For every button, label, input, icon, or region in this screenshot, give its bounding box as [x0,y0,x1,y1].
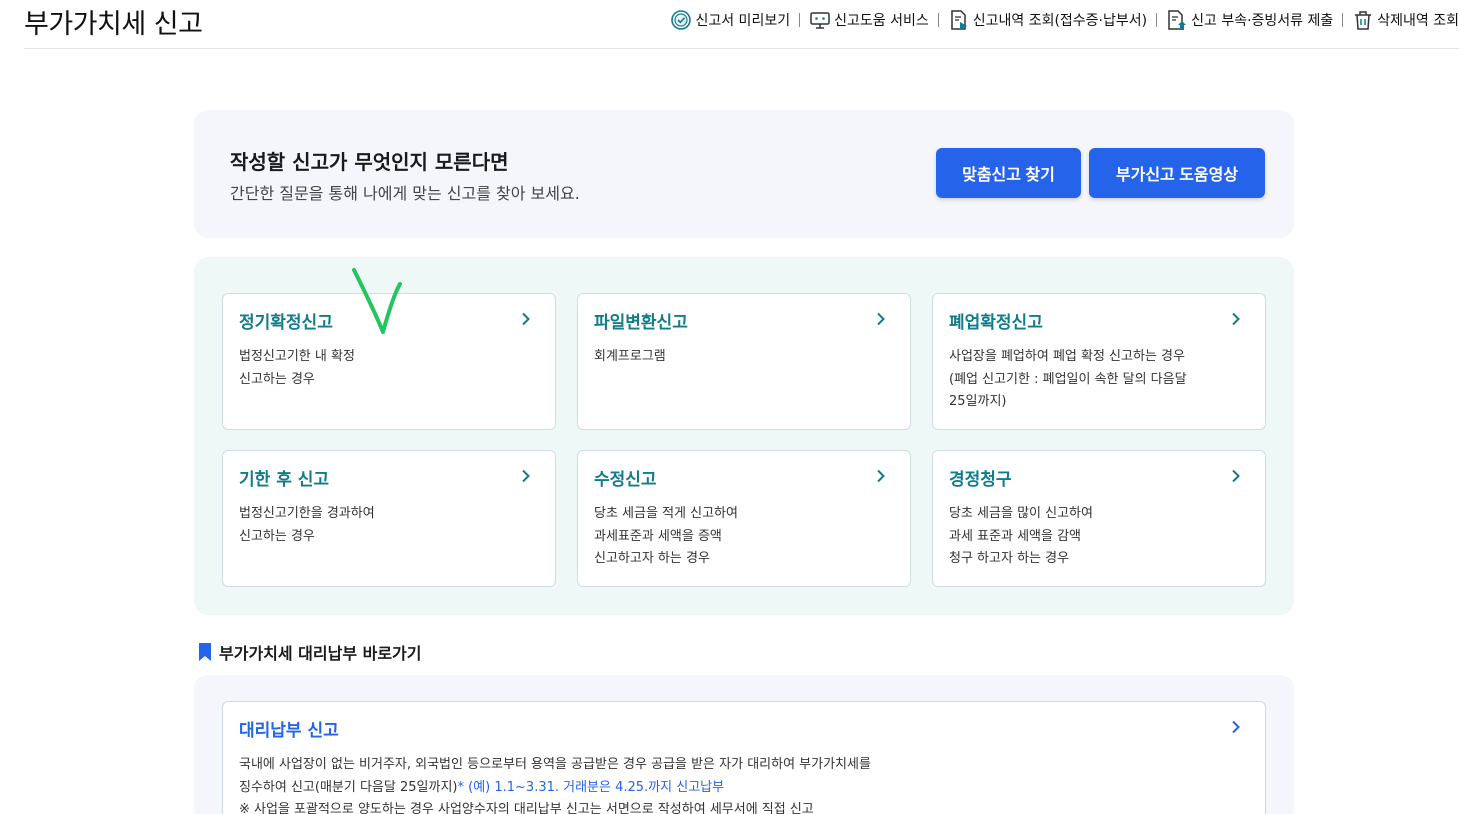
proxy-payment-heading: 부가가치세 대리납부 바로가기 [197,640,422,664]
card-amended-report[interactable]: 수정신고 당초 세금을 적게 신고하여 과세표준과 세액을 증액 신고하고자 하… [577,450,911,587]
card-description: 당초 세금을 많이 신고하여 과세 표준과 세액을 감액 청구 하고자 하는 경… [949,506,1093,566]
card-description: 법정신고기한을 경과하여 신고하는 경우 [239,506,375,544]
check-circle-icon [671,10,692,30]
card-title: 수정신고 [594,470,657,490]
report-type-panel: 정기확정신고 법정신고기한 내 확정 신고하는 경우 파일변환신고 회계프로그램… [194,257,1294,615]
section-heading-text: 부가가치세 대리납부 바로가기 [219,644,422,663]
chevron-right-icon [1232,469,1240,483]
proxy-payment-panel: 대리납부 신고 국내에 사업장이 없는 비거주자, 외국법인 등으로부터 용역을… [194,675,1294,814]
card-description: 당초 세금을 적게 신고하여 과세표준과 세액을 증액 신고하고자 하는 경우 [594,506,738,566]
card-description: 국내에 사업장이 없는 비거주자, 외국법인 등으로부터 용역을 공급받은 경우… [239,757,871,814]
card-title: 파일변환신고 [594,313,688,333]
divider [799,13,801,27]
card-closure-report[interactable]: 폐업확정신고 사업장을 폐업하여 폐업 확정 신고하는 경우 (폐업 신고기한 … [932,293,1266,430]
document-search-icon [950,10,967,30]
chevron-right-icon [1232,720,1240,734]
card-title: 경정청구 [949,470,1012,490]
card-title: 정기확정신고 [239,313,333,333]
banner-subtitle: 간단한 질문을 통해 나에게 맞는 신고를 찾아 보세요. [230,184,580,203]
document-upload-icon [1168,10,1187,30]
card-regular-report[interactable]: 정기확정신고 법정신고기한 내 확정 신고하는 경우 [222,293,556,430]
card-description: 법정신고기한 내 확정 신고하는 경우 [239,349,355,387]
example-note: * (예) 1.1~3.31. 거래분은 4.25.까지 신고납부 [457,779,725,795]
recommend-banner: 작성할 신고가 무엇인지 모른다면 간단한 질문을 통해 나에게 맞는 신고를 … [194,110,1294,238]
card-description: 회계프로그램 [594,349,666,364]
menu-preview[interactable]: 신고서 미리보기 [670,8,790,32]
menu-label: 신고서 미리보기 [695,13,791,29]
page-title: 부가가치세 신고 [24,9,203,40]
menu-label: 신고 부속·증빙서류 제출 [1191,13,1334,29]
menu-history[interactable]: 신고내역 조회(접수증·납부서) [948,8,1147,32]
card-title: 기한 후 신고 [239,470,330,490]
top-menu: 신고서 미리보기 신고도움 서비스 신고내역 조회(접수증·납부서) 신고 부속… [670,8,1459,32]
card-description: 사업장을 폐업하여 폐업 확정 신고하는 경우 (폐업 신고기한 : 폐업일이 … [949,349,1187,409]
chevron-right-icon [877,312,885,326]
card-late-report[interactable]: 기한 후 신고 법정신고기한을 경과하여 신고하는 경우 [222,450,556,587]
menu-deleted[interactable]: 삭제내역 조회 [1352,8,1459,32]
card-correction-claim[interactable]: 경정청구 당초 세금을 많이 신고하여 과세 표준과 세액을 감액 청구 하고자… [932,450,1266,587]
card-title: 폐업확정신고 [949,313,1043,333]
divider [1156,13,1158,27]
menu-label: 삭제내역 조회 [1377,13,1459,29]
trash-icon [1355,11,1372,30]
card-proxy-payment-report[interactable]: 대리납부 신고 국내에 사업장이 없는 비거주자, 외국법인 등으로부터 용역을… [222,701,1266,814]
card-title: 대리납부 신고 [239,721,339,741]
banner-title: 작성할 신고가 무엇인지 모른다면 [230,150,509,174]
help-video-button[interactable]: 부가신고 도움영상 [1089,148,1265,198]
bookmark-icon [199,643,211,661]
chevron-right-icon [877,469,885,483]
divider [1342,13,1344,27]
menu-submit-docs[interactable]: 신고 부속·증빙서류 제출 [1166,8,1333,32]
chevron-right-icon [1232,312,1240,326]
chevron-right-icon [522,312,530,326]
divider [937,13,939,27]
find-custom-report-button[interactable]: 맞춤신고 찾기 [936,148,1081,198]
menu-label: 신고내역 조회(접수증·납부서) [972,13,1148,29]
menu-label: 신고도움 서비스 [834,13,929,29]
header-divider [24,48,1459,49]
chevron-right-icon [522,469,530,483]
card-file-conversion-report[interactable]: 파일변환신고 회계프로그램 [577,293,911,430]
monitor-help-icon [810,12,830,29]
menu-help-service[interactable]: 신고도움 서비스 [809,8,929,32]
